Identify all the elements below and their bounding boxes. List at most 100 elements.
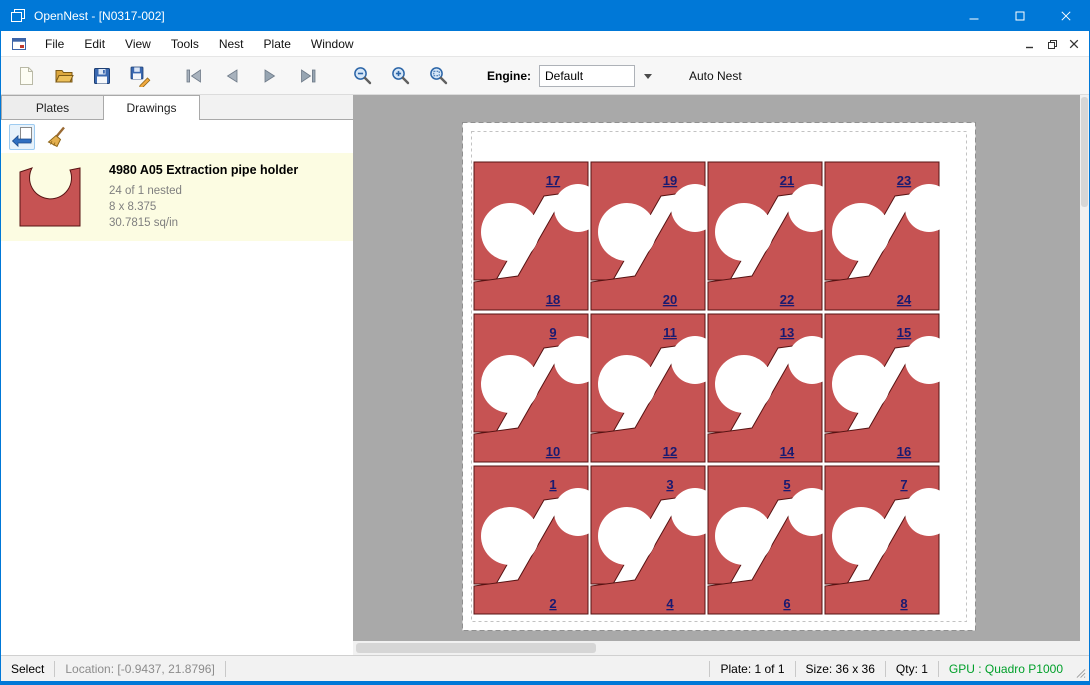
toolbar: Engine: Default Auto Nest — [1, 57, 1089, 95]
nav-prev-icon — [221, 65, 243, 87]
nav-prev-button[interactable] — [217, 61, 247, 91]
part-cutout — [905, 488, 953, 536]
window-title: OpenNest - [N0317-002] — [34, 9, 165, 23]
part-number: 20 — [663, 292, 677, 307]
horizontal-scrollbar-thumb[interactable] — [356, 643, 596, 653]
nest-pair: 11 12 — [591, 314, 719, 462]
part-number: 3 — [666, 477, 673, 492]
menu-tools[interactable]: Tools — [161, 31, 209, 57]
status-mode: Select — [1, 661, 55, 677]
new-button[interactable] — [11, 61, 41, 91]
plate-sheet-svg[interactable]: 171819202122232491011121314151612345678 — [462, 122, 976, 631]
nav-first-icon — [183, 65, 205, 87]
auto-nest-button[interactable]: Auto Nest — [681, 65, 750, 87]
part-number: 12 — [663, 444, 677, 459]
part-number: 2 — [549, 596, 556, 611]
minimize-button[interactable] — [951, 1, 997, 31]
part-number: 11 — [663, 325, 677, 340]
part-cutout — [598, 507, 656, 565]
tab-plates[interactable]: Plates — [1, 95, 103, 120]
maximize-button[interactable] — [997, 1, 1043, 31]
close-icon — [1061, 11, 1071, 21]
plate[interactable]: 171819202122232491011121314151612345678 — [462, 122, 976, 631]
menu-file[interactable]: File — [35, 31, 74, 57]
part-number: 16 — [897, 444, 911, 459]
replace-drawing-icon — [10, 125, 34, 149]
nest-pair: 1718 — [474, 162, 602, 310]
restore-icon — [1047, 39, 1058, 50]
mdi-minimize-button[interactable] — [1019, 34, 1041, 54]
part-cutout — [715, 203, 773, 261]
part-number: 15 — [897, 325, 911, 340]
status-plate: Plate: 1 of 1 — [709, 661, 794, 677]
part-number: 4 — [666, 596, 674, 611]
horizontal-scrollbar[interactable] — [353, 641, 1080, 655]
part-cutout — [715, 507, 773, 565]
mdi-window-controls — [1019, 31, 1085, 57]
part-cutout — [715, 355, 773, 413]
resize-grip[interactable] — [1073, 656, 1089, 682]
engine-label: Engine: — [487, 69, 531, 83]
menu-nest[interactable]: Nest — [209, 31, 254, 57]
save-button[interactable] — [87, 61, 117, 91]
menu-view[interactable]: View — [115, 31, 161, 57]
part-number: 6 — [783, 596, 790, 611]
save-icon — [92, 66, 112, 86]
drawing-list-item[interactable]: 4980 A05 Extraction pipe holder 24 of 1 … — [1, 153, 353, 241]
status-location: Location: [-0.9437, 21.8796] — [55, 661, 225, 677]
mdi-close-button[interactable] — [1063, 34, 1085, 54]
zoom-out-icon — [352, 65, 373, 86]
minimize-icon — [1025, 39, 1035, 49]
nest-pair: 12 — [474, 466, 602, 614]
part-number: 9 — [549, 325, 556, 340]
part-number: 5 — [783, 477, 790, 492]
clean-button[interactable] — [43, 124, 69, 150]
open-button[interactable] — [49, 61, 79, 91]
resize-grip-icon — [1076, 668, 1086, 679]
zoom-in-button[interactable] — [385, 61, 415, 91]
replace-drawing-button[interactable] — [9, 124, 35, 150]
part-number: 1 — [549, 477, 556, 492]
part-number: 19 — [663, 173, 677, 188]
nest-pair: 1314 — [708, 314, 836, 462]
vertical-scrollbar[interactable] — [1080, 95, 1089, 641]
chevron-down-icon[interactable] — [640, 69, 656, 85]
title-bar: OpenNest - [N0317-002] — [1, 1, 1089, 31]
mdi-restore-button[interactable] — [1041, 34, 1063, 54]
save-as-button[interactable] — [125, 61, 155, 91]
nest-canvas[interactable]: 171819202122232491011121314151612345678 — [353, 95, 1089, 655]
menu-edit[interactable]: Edit — [74, 31, 115, 57]
engine-select[interactable]: Default — [539, 65, 635, 87]
menu-bar: File Edit View Tools Nest Plate Window — [1, 31, 1089, 57]
panel-tabstrip: Plates Drawings — [1, 95, 353, 120]
zoom-window-button[interactable] — [423, 61, 453, 91]
nest-pair: 1516 — [825, 314, 953, 462]
drawing-nested-count: 24 of 1 nested — [109, 183, 298, 199]
nav-next-button[interactable] — [255, 61, 285, 91]
nest-pair: 23 24 — [825, 162, 953, 310]
drawing-dimensions: 8 x 8.375 — [109, 199, 298, 215]
part-number: 22 — [780, 292, 794, 307]
nav-last-button[interactable] — [293, 61, 323, 91]
clean-broom-icon — [44, 125, 68, 149]
part-cutout — [598, 355, 656, 413]
part-number: 23 — [897, 173, 911, 188]
engine-selected-value: Default — [545, 69, 583, 83]
close-button[interactable] — [1043, 1, 1089, 31]
left-panel: Plates Drawings — [1, 95, 353, 655]
part-number: 24 — [897, 292, 912, 307]
drawing-title: 4980 A05 Extraction pipe holder — [109, 163, 298, 177]
file-tool-group — [11, 61, 155, 91]
menu-window[interactable]: Window — [301, 31, 364, 57]
zoom-tool-group — [347, 61, 453, 91]
new-file-icon — [16, 66, 36, 86]
part-cutout — [905, 184, 953, 232]
zoom-out-button[interactable] — [347, 61, 377, 91]
vertical-scrollbar-thumb[interactable] — [1081, 97, 1088, 207]
part-cutout — [832, 355, 890, 413]
part-number: 8 — [900, 596, 907, 611]
tab-drawings[interactable]: Drawings — [103, 95, 200, 121]
nav-first-button[interactable] — [179, 61, 209, 91]
menu-plate[interactable]: Plate — [254, 31, 301, 57]
nav-tool-group — [179, 61, 323, 91]
